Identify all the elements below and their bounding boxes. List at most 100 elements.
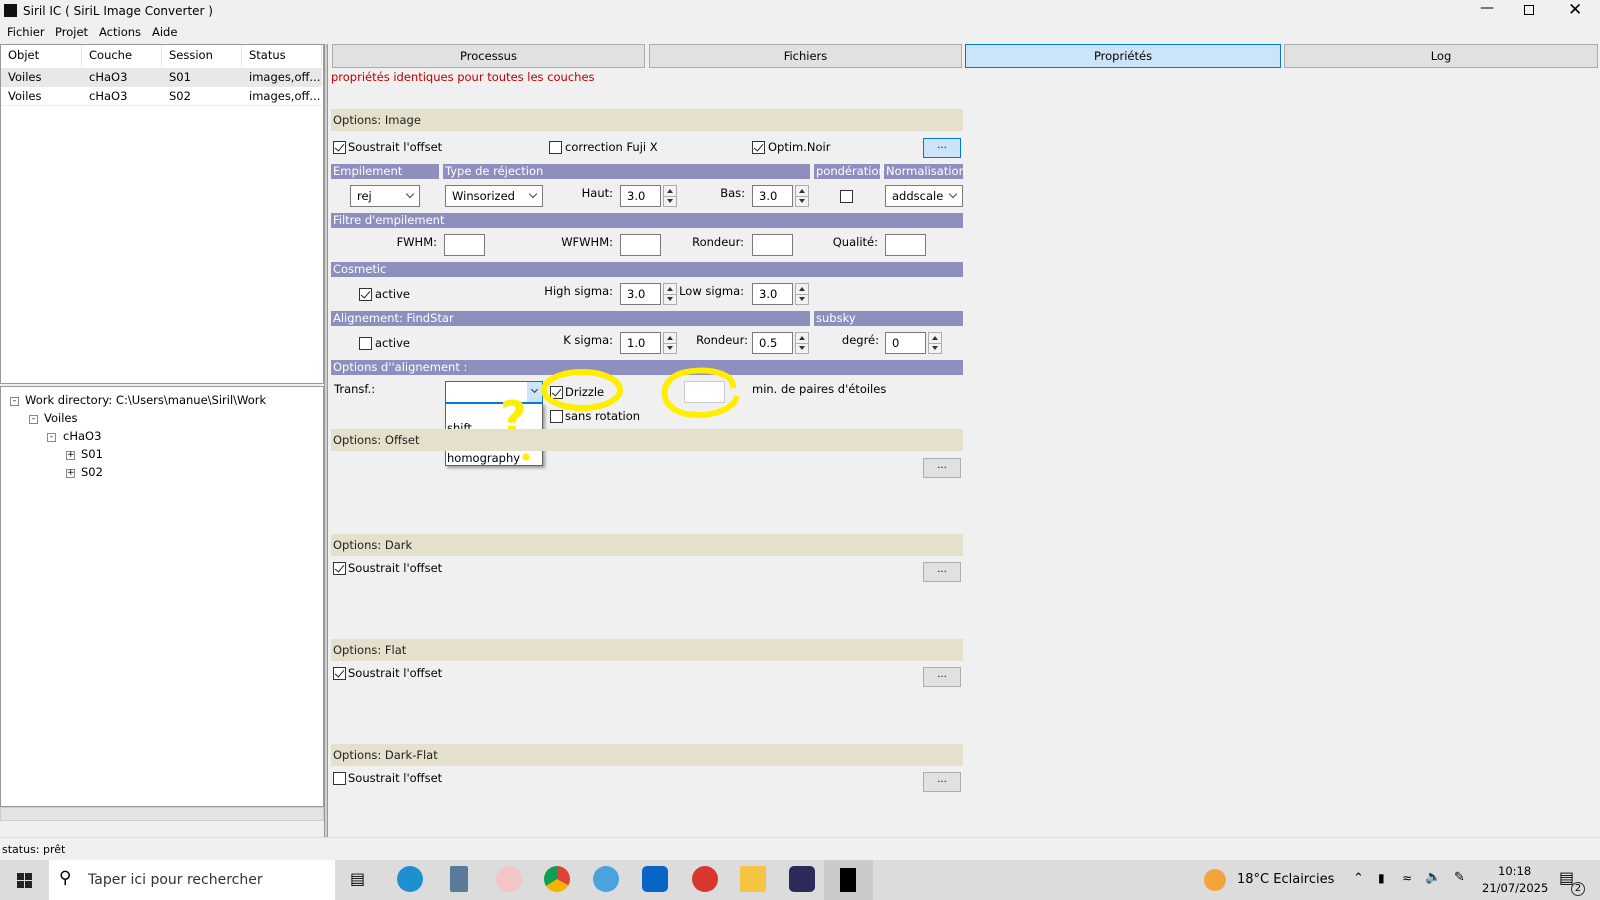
tree-session[interactable]: S02 bbox=[81, 465, 103, 479]
chevron-down-icon bbox=[528, 189, 538, 199]
stellarium-icon[interactable] bbox=[789, 866, 815, 892]
file-explorer-icon[interactable] bbox=[740, 866, 766, 892]
ksigma-input[interactable]: 1.0 bbox=[620, 332, 661, 354]
divider bbox=[0, 837, 1600, 838]
collapse-icon[interactable]: - bbox=[47, 433, 56, 442]
collapse-icon[interactable]: - bbox=[29, 415, 38, 424]
bas-input[interactable]: 3.0 bbox=[752, 185, 793, 207]
clock-time[interactable]: 10:18 bbox=[1498, 864, 1531, 878]
notice-text: propriétés identiques pour toutes les co… bbox=[331, 70, 595, 84]
rejection-select[interactable]: Winsorized bbox=[445, 185, 543, 207]
flat-soustrait-checkbox[interactable] bbox=[333, 667, 346, 680]
darkflat-more-button[interactable]: ... bbox=[923, 772, 961, 792]
haut-spinner[interactable] bbox=[663, 185, 677, 207]
degre-spinner[interactable] bbox=[928, 332, 942, 354]
wifi-icon[interactable]: ≈ bbox=[1402, 871, 1412, 885]
min-pairs-input[interactable] bbox=[684, 381, 725, 403]
findstar-rondeur-spinner[interactable] bbox=[795, 332, 809, 354]
cell: Voiles bbox=[8, 89, 42, 103]
wfwhm-input[interactable] bbox=[620, 234, 661, 256]
findstar-active-checkbox[interactable] bbox=[359, 337, 372, 350]
sans-rotation-checkbox[interactable] bbox=[550, 410, 563, 423]
cell: images,off... bbox=[249, 89, 321, 103]
low-sigma-spinner[interactable] bbox=[795, 283, 809, 305]
tree-object[interactable]: Voiles bbox=[44, 411, 77, 425]
expand-icon[interactable]: + bbox=[66, 469, 75, 478]
findstar-rondeur-input[interactable]: 0.5 bbox=[752, 332, 793, 354]
tree-session[interactable]: S01 bbox=[81, 447, 103, 461]
darkflat-soustrait-checkbox[interactable] bbox=[333, 772, 346, 785]
dark-soustrait-checkbox[interactable] bbox=[333, 562, 346, 575]
expand-icon[interactable]: + bbox=[66, 451, 75, 460]
ponderation-checkbox[interactable] bbox=[840, 190, 853, 203]
ponderation-header: pondération bbox=[814, 164, 886, 179]
col-status[interactable]: Status bbox=[242, 45, 322, 66]
chrome-icon[interactable] bbox=[544, 866, 570, 892]
splitter[interactable] bbox=[324, 44, 328, 837]
fuji-label: correction Fuji X bbox=[565, 140, 658, 154]
menu-fichier[interactable]: Fichier bbox=[7, 25, 45, 39]
transf-dropdown-button[interactable] bbox=[527, 382, 542, 402]
fwhm-input[interactable] bbox=[444, 234, 485, 256]
pen-icon[interactable]: ✎ bbox=[1454, 870, 1465, 885]
tab-log[interactable]: Log bbox=[1284, 44, 1598, 68]
weather-text[interactable]: 18°C Eclaircies bbox=[1237, 872, 1334, 887]
restore-button[interactable] bbox=[1524, 5, 1534, 15]
col-objet[interactable]: Objet bbox=[1, 45, 82, 66]
menu-projet[interactable]: Projet bbox=[55, 25, 88, 39]
dark-more-button[interactable]: ... bbox=[923, 562, 961, 582]
menu-actions[interactable]: Actions bbox=[99, 25, 141, 39]
project-tree[interactable] bbox=[0, 386, 324, 807]
app-red-icon[interactable] bbox=[692, 866, 718, 892]
rondeur-input[interactable] bbox=[752, 234, 793, 256]
cell: S02 bbox=[169, 89, 191, 103]
weather-icon bbox=[1204, 869, 1226, 891]
tab-proprietes[interactable]: Propriétés bbox=[965, 44, 1281, 68]
tree-root[interactable]: Work directory: C:\Users\manue\Siril\Wor… bbox=[25, 393, 266, 407]
optim-noir-checkbox[interactable] bbox=[752, 141, 765, 154]
filtre-header: Filtre d'empilement bbox=[331, 213, 963, 228]
normalisation-select[interactable]: addscale bbox=[885, 185, 963, 207]
haut-input[interactable]: 3.0 bbox=[620, 185, 661, 207]
collapse-icon[interactable]: - bbox=[10, 397, 19, 406]
drizzle-checkbox[interactable] bbox=[550, 386, 563, 399]
cosmetic-active-checkbox[interactable] bbox=[359, 288, 372, 301]
chevron-up-icon[interactable]: ⌃ bbox=[1353, 871, 1364, 886]
volume-icon[interactable]: 🔈 bbox=[1425, 870, 1441, 885]
offset-more-button[interactable]: ... bbox=[923, 458, 961, 478]
tree-layer[interactable]: cHaO3 bbox=[63, 429, 101, 443]
task-view-icon[interactable]: ▤ bbox=[350, 869, 365, 888]
edge-icon[interactable] bbox=[397, 866, 423, 892]
ksigma-spinner[interactable] bbox=[663, 332, 677, 354]
close-button[interactable]: ✕ bbox=[1568, 0, 1582, 20]
low-sigma-input[interactable]: 3.0 bbox=[752, 283, 793, 305]
internet-explorer-icon[interactable] bbox=[593, 866, 619, 892]
tab-fichiers[interactable]: Fichiers bbox=[649, 44, 962, 68]
siril-taskbar-icon[interactable] bbox=[824, 860, 873, 900]
menu-aide[interactable]: Aide bbox=[152, 25, 177, 39]
soustrait-offset-checkbox[interactable] bbox=[333, 141, 346, 154]
image-more-button[interactable]: ... bbox=[923, 138, 961, 158]
offset-header: Options: Offset bbox=[331, 429, 963, 451]
flat-header: Options: Flat bbox=[331, 639, 963, 661]
bas-spinner[interactable] bbox=[795, 185, 809, 207]
clock-date[interactable]: 21/07/2025 bbox=[1482, 881, 1548, 895]
degre-input[interactable]: 0 bbox=[885, 332, 926, 354]
qualite-input[interactable] bbox=[885, 234, 926, 256]
snipping-tool-icon[interactable] bbox=[496, 866, 522, 892]
empilement-select[interactable]: rej bbox=[350, 185, 420, 207]
fuji-checkbox[interactable] bbox=[549, 141, 562, 154]
calculator-icon[interactable] bbox=[450, 866, 468, 892]
dark-soustrait-label: Soustrait l'offset bbox=[348, 561, 443, 575]
transf-option-homography[interactable]: homography bbox=[447, 451, 520, 465]
col-couche[interactable]: Couche bbox=[82, 45, 162, 66]
windows-start-icon[interactable] bbox=[17, 873, 32, 888]
outlook-icon[interactable] bbox=[642, 866, 668, 892]
horizontal-scrollbar[interactable] bbox=[0, 807, 324, 821]
col-session[interactable]: Session bbox=[162, 45, 242, 66]
high-sigma-input[interactable]: 3.0 bbox=[620, 283, 661, 305]
minimize-button[interactable]: — bbox=[1480, 0, 1494, 16]
battery-icon[interactable]: ▮ bbox=[1378, 871, 1385, 885]
tab-processus[interactable]: Processus bbox=[332, 44, 645, 68]
flat-more-button[interactable]: ... bbox=[923, 667, 961, 687]
